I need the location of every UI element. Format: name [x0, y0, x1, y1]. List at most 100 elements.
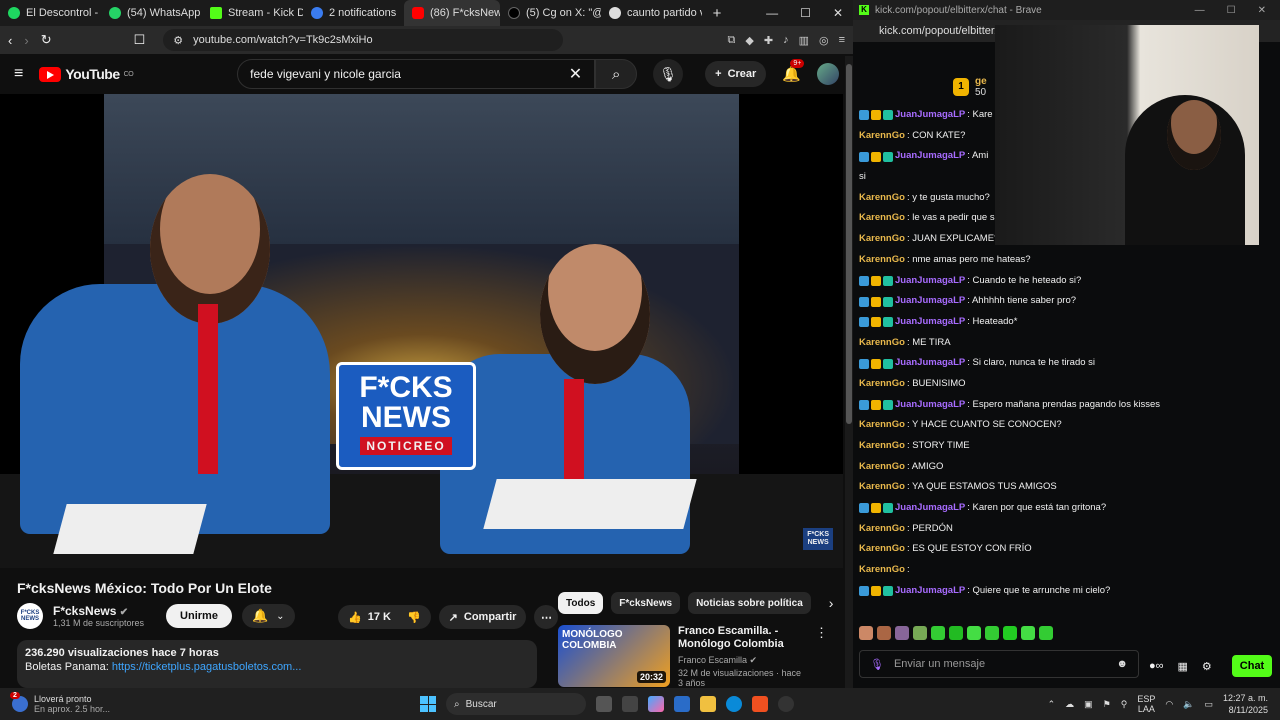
chat-username[interactable]: JuanJumagaLP: [895, 353, 965, 374]
chat-username[interactable]: JuanJumagaLP: [895, 271, 965, 292]
send-chat-button[interactable]: Chat: [1231, 655, 1273, 677]
notifications-button[interactable]: 🔔 9+: [782, 59, 805, 83]
chevron-up-icon[interactable]: ⌃: [1048, 699, 1056, 710]
emote[interactable]: [931, 626, 945, 640]
widgets-icon[interactable]: [622, 696, 638, 712]
emote[interactable]: [895, 626, 909, 640]
sidebar-icon[interactable]: ▥: [799, 34, 809, 47]
clock[interactable]: 12:27 a. m. 8/11/2025: [1223, 692, 1268, 716]
subscribe-bell-button[interactable]: 🔔 ⌄: [241, 604, 295, 628]
chat-username[interactable]: KarennGo: [859, 415, 905, 436]
emote[interactable]: [1039, 626, 1053, 640]
search-button[interactable]: ⌕: [595, 59, 638, 89]
chat-input[interactable]: 🎙 Enviar un mensaje ☻: [859, 650, 1139, 678]
emote[interactable]: [1003, 626, 1017, 640]
weather-widget[interactable]: 2 Lloverá pronto En aprox. 2.5 hor...: [0, 692, 420, 714]
chat-username[interactable]: KarennGo: [859, 188, 905, 209]
start-button[interactable]: [420, 696, 436, 712]
scrollbar-thumb[interactable]: [846, 64, 852, 424]
tray-app-icon[interactable]: ☁: [1065, 699, 1074, 710]
chat-username[interactable]: JuanJumagaLP: [895, 105, 965, 126]
chip-politics[interactable]: Noticias sobre política: [688, 592, 811, 614]
video-player[interactable]: F*CKS NEWS NOTICREO F*CKS NEWS: [0, 94, 843, 568]
emote[interactable]: [949, 626, 963, 640]
share-button[interactable]: ↗ Compartir: [438, 605, 527, 629]
more-actions-button[interactable]: ⋯: [534, 605, 559, 629]
emote[interactable]: [1021, 626, 1035, 640]
close-icon[interactable]: ✕: [1258, 5, 1266, 16]
url-field[interactable]: ⚙ youtube.com/watch?v=Tk9c2sMxiHo: [163, 29, 564, 51]
chat-username[interactable]: KarennGo: [859, 333, 905, 354]
chat-username[interactable]: JuanJumagaLP: [895, 291, 965, 312]
leaderboard-icon[interactable]: ▦: [1178, 660, 1188, 673]
dislike-icon[interactable]: 👎: [407, 611, 421, 624]
chat-username[interactable]: KarennGo: [859, 250, 905, 271]
search-input[interactable]: fede vigevani y nicole garcia ✕: [237, 59, 596, 89]
page-scrollbar[interactable]: [845, 56, 853, 688]
tray-app-icon[interactable]: ⚑: [1103, 699, 1111, 710]
menu-icon[interactable]: ≡: [839, 34, 845, 47]
clear-search-icon[interactable]: ✕: [569, 64, 582, 84]
tab-youtube-active[interactable]: (86) F*cksNews✕: [404, 0, 500, 26]
copilot-icon[interactable]: [648, 696, 664, 712]
chat-username[interactable]: KarennGo: [859, 560, 905, 581]
maximize-icon[interactable]: ☐: [1227, 5, 1236, 16]
wifi-icon[interactable]: ◠: [1165, 699, 1173, 710]
youtube-logo[interactable]: YouTube CO: [39, 66, 134, 82]
store-icon[interactable]: [674, 696, 690, 712]
emote[interactable]: [967, 626, 981, 640]
chat-username[interactable]: JuanJumagaLP: [895, 312, 965, 333]
chat-username[interactable]: KarennGo: [859, 208, 905, 229]
voice-search-button[interactable]: 🎙: [653, 59, 684, 89]
description-link[interactable]: https://ticketplus.pagatusboletos.com...: [112, 661, 302, 673]
edge-icon[interactable]: [726, 696, 742, 712]
emote[interactable]: [985, 626, 999, 640]
mic-icon[interactable]: 🎙: [870, 658, 884, 671]
chat-username[interactable]: KarennGo: [859, 477, 905, 498]
taskbar-search[interactable]: ⌕ Buscar: [446, 693, 586, 715]
emote[interactable]: [877, 626, 891, 640]
extension-icon[interactable]: ◆: [745, 34, 753, 47]
avatar[interactable]: [817, 63, 839, 85]
minimize-icon[interactable]: —: [1195, 5, 1205, 16]
site-info-icon[interactable]: ⚙: [173, 34, 183, 47]
back-icon[interactable]: ‹: [8, 33, 12, 48]
chip-channel[interactable]: F*cksNews: [611, 592, 681, 614]
video-thumbnail[interactable]: MONÓLOGO COLOMBIA 20:32: [558, 625, 670, 687]
channel-name[interactable]: F*cksNews ✔: [53, 604, 144, 618]
tab-kick-dashboard[interactable]: Stream - Kick Dashb: [202, 0, 303, 26]
tab-notifications[interactable]: 2 notifications: [303, 0, 404, 26]
maximize-icon[interactable]: ☐: [800, 6, 811, 20]
chat-username[interactable]: JuanJumagaLP: [895, 395, 965, 416]
chat-username[interactable]: KarennGo: [859, 374, 905, 395]
create-button[interactable]: + Crear: [705, 61, 767, 87]
chat-username[interactable]: KarennGo: [859, 126, 905, 147]
language-indicator[interactable]: ESP LAA: [1137, 694, 1155, 714]
tab-whatsapp[interactable]: (54) WhatsApp: [101, 0, 202, 26]
recommended-video[interactable]: MONÓLOGO COLOMBIA 20:32 Franco Escamilla.…: [558, 625, 828, 688]
join-button[interactable]: Unirme: [166, 604, 232, 628]
settings-icon[interactable]: ⚙: [1202, 660, 1212, 673]
chip-all[interactable]: Todos: [558, 592, 604, 614]
pinned-gift[interactable]: 1 ge 50: [953, 76, 987, 98]
new-tab-button[interactable]: +: [702, 5, 732, 22]
tab-x[interactable]: (5) Cg on X: "@Ma: [500, 0, 601, 26]
chat-username[interactable]: JuanJumagaLP: [895, 498, 965, 519]
chat-username[interactable]: KarennGo: [859, 229, 905, 250]
badges-icon[interactable]: ●∞: [1149, 660, 1164, 672]
battery-icon[interactable]: ▭: [1204, 699, 1213, 710]
more-options-icon[interactable]: ⋮: [815, 625, 828, 688]
music-icon[interactable]: ♪: [783, 34, 789, 47]
task-view-icon[interactable]: [596, 696, 612, 712]
brave-icon[interactable]: [752, 696, 768, 712]
emoji-icon[interactable]: ☻: [1116, 658, 1128, 670]
puzzle-icon[interactable]: ✚: [764, 34, 773, 47]
tray-app-icon[interactable]: ▣: [1084, 699, 1093, 710]
translate-icon[interactable]: ⧉: [728, 34, 736, 47]
emote[interactable]: [859, 626, 873, 640]
forward-icon[interactable]: ›: [24, 33, 28, 48]
channel-avatar[interactable]: F*CKS NEWS: [17, 603, 43, 629]
tab-google[interactable]: caunto partido van: [601, 0, 702, 26]
chat-username[interactable]: KarennGo: [859, 457, 905, 478]
chat-username[interactable]: JuanJumagaLP: [895, 146, 965, 167]
